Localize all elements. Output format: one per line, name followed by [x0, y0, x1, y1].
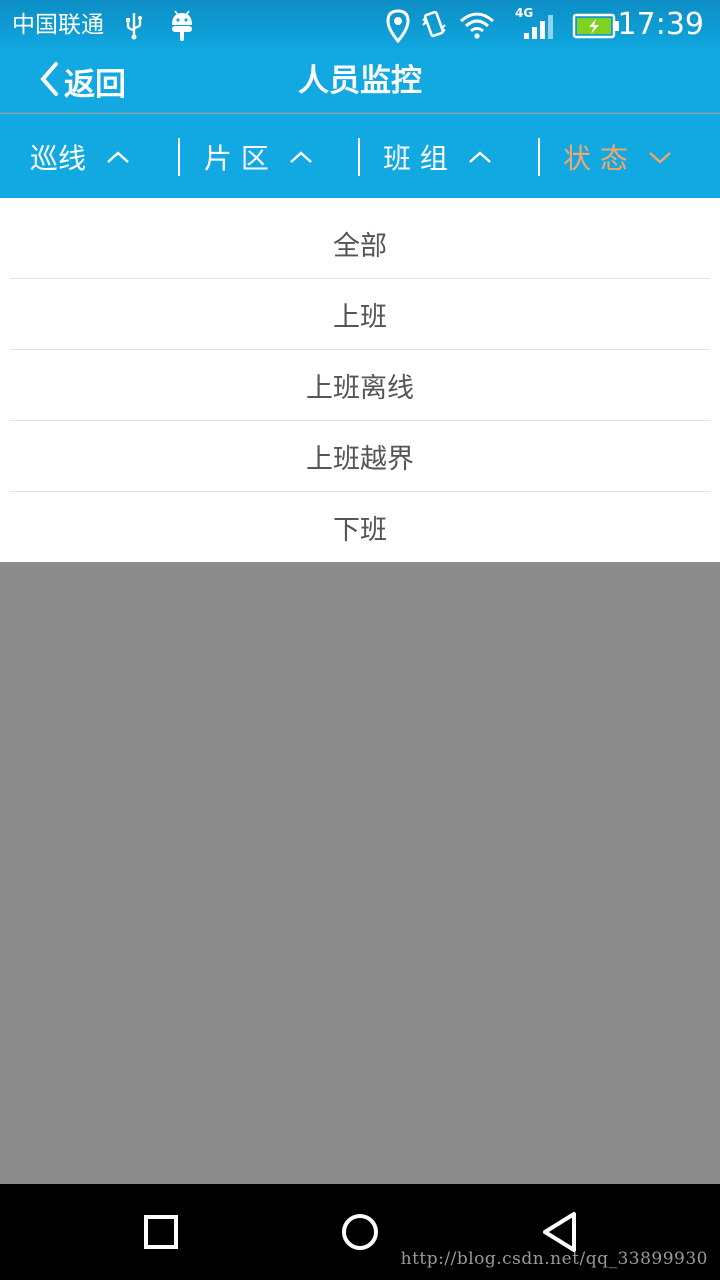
chevron-up-icon — [469, 150, 491, 163]
filter-divider — [538, 138, 540, 176]
status-dropdown: 全部 上班 上班离线 上班越界 下班 — [0, 198, 720, 562]
wifi-icon — [458, 9, 496, 41]
signal-icon — [520, 9, 554, 41]
square-icon — [144, 1215, 178, 1249]
android-icon — [168, 9, 196, 41]
back-button[interactable]: 返回 — [38, 60, 126, 103]
filter-bar: 巡线 片 区 班 组 状 态 — [0, 113, 720, 199]
filter-route[interactable]: 巡线 — [30, 114, 130, 199]
dim-overlay[interactable] — [0, 562, 720, 1184]
location-icon — [386, 9, 410, 44]
filter-area[interactable]: 片 区 — [204, 114, 313, 199]
filter-status[interactable]: 状 态 — [563, 114, 672, 199]
vibrate-icon — [420, 9, 448, 41]
carrier-name: 中国联通 — [12, 12, 104, 38]
chevron-down-icon — [649, 151, 671, 164]
clock: 17:39 — [617, 7, 704, 42]
filter-area-label: 片 区 — [204, 141, 269, 175]
status-option-off-duty[interactable]: 下班 — [10, 492, 710, 562]
watermark: http://blog.csdn.net/qq_33899930 — [400, 1249, 708, 1269]
status-option-on-duty-out-of-bounds[interactable]: 上班越界 — [10, 421, 710, 492]
usb-icon — [124, 9, 144, 41]
chevron-up-icon — [290, 150, 312, 163]
filter-team-label: 班 组 — [383, 141, 448, 175]
triangle-back-icon — [543, 1212, 576, 1252]
filter-status-label: 状 态 — [563, 141, 628, 175]
title-bar: 人员监控 返回 — [0, 50, 720, 112]
filter-divider — [178, 138, 180, 176]
filter-team[interactable]: 班 组 — [383, 114, 492, 199]
status-option-on-duty[interactable]: 上班 — [10, 279, 710, 350]
circle-icon — [342, 1214, 378, 1250]
status-bar: 中国联通 4G 17:39 — [0, 0, 720, 50]
chevron-left-icon — [38, 61, 60, 101]
filter-route-label: 巡线 — [30, 141, 87, 175]
filter-divider — [358, 138, 360, 176]
status-option-on-duty-offline[interactable]: 上班离线 — [10, 350, 710, 421]
home-button[interactable] — [338, 1210, 382, 1254]
chevron-up-icon — [107, 150, 129, 163]
back-label: 返回 — [64, 66, 126, 103]
battery-charging-icon — [572, 9, 620, 41]
recents-button[interactable] — [139, 1210, 183, 1254]
nav-back-button[interactable] — [538, 1210, 582, 1254]
status-option-all[interactable]: 全部 — [10, 208, 710, 279]
